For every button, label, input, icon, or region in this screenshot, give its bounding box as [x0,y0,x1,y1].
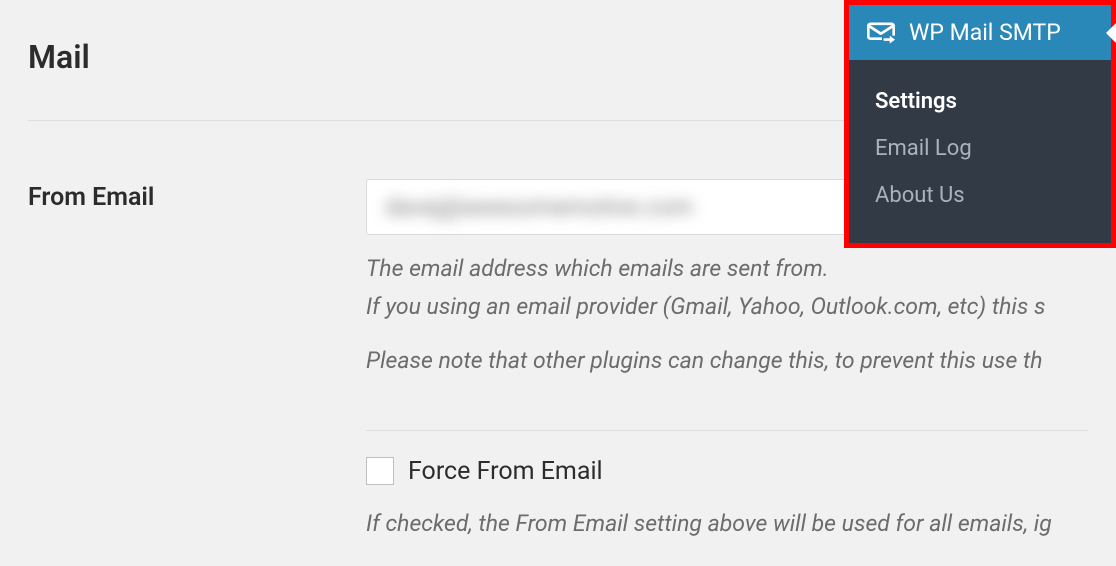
flyout-header[interactable]: WP Mail SMTP [849,5,1111,60]
from-email-desc-1: The email address which emails are sent … [366,253,1088,285]
flyout-item-about-us[interactable]: About Us [849,172,1111,219]
from-email-desc-2: If you using an email provider (Gmail, Y… [366,291,1088,323]
force-from-email-checkbox[interactable] [366,457,394,485]
wp-mail-smtp-flyout: WP Mail SMTP Settings Email Log About Us [844,0,1116,248]
from-email-note: Please note that other plugins can chang… [366,345,1088,377]
mail-send-icon [867,21,895,45]
flyout-title: WP Mail SMTP [909,19,1061,46]
flyout-items: Settings Email Log About Us [849,60,1111,243]
from-email-value: davej@awesomemotive.com [385,193,693,221]
flyout-item-settings[interactable]: Settings [849,78,1111,125]
force-from-email-desc: If checked, the From Email setting above… [366,508,1088,540]
flyout-pointer-icon [1106,23,1116,43]
field-divider [366,430,1088,431]
from-email-label: From Email [28,179,366,546]
flyout-item-email-log[interactable]: Email Log [849,125,1111,172]
force-from-email-row: Force From Email [366,457,1088,486]
force-from-email-label: Force From Email [408,457,603,486]
